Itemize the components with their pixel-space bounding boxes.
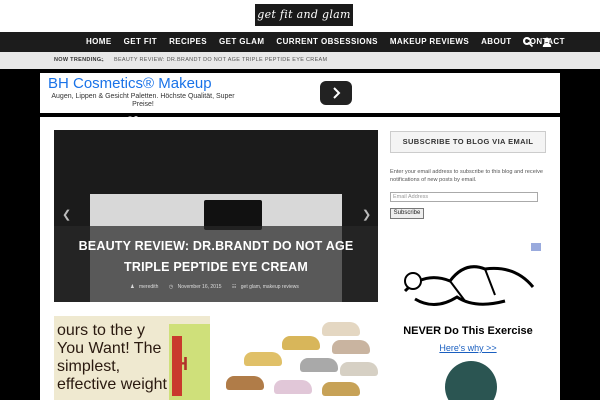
slide-title[interactable]: BEAUTY REVIEW: DR.BRANDT DO NOT AGE TRIP… bbox=[74, 236, 358, 278]
shoe-image bbox=[244, 352, 282, 366]
user-icon[interactable] bbox=[541, 36, 553, 48]
featured-slider[interactable]: BEAUTY REVIEW: DR.BRANDT DO NOT AGE TRIP… bbox=[54, 130, 378, 302]
shoe-image bbox=[340, 362, 378, 376]
nav-item-get-glam[interactable]: GET GLAM bbox=[213, 32, 270, 52]
subscribe-button[interactable]: Subscribe bbox=[390, 208, 424, 219]
shoe-image bbox=[282, 336, 320, 350]
subscribe-heading: SUBSCRIBE TO BLOG VIA EMAIL bbox=[390, 131, 546, 153]
ad-choices-icon[interactable] bbox=[531, 243, 541, 251]
trending-bar: NOW TRENDING: → BEAUTY REVIEW: DR.BRANDT… bbox=[0, 52, 600, 69]
nav-item-current-obsessions[interactable]: CURRENT OBSESSIONS bbox=[270, 32, 383, 52]
site-badge bbox=[445, 361, 497, 400]
trending-link[interactable]: BEAUTY REVIEW: DR.BRANDT DO NOT AGE TRIP… bbox=[114, 52, 327, 69]
shoe-image bbox=[274, 380, 312, 394]
chevron-left-icon[interactable]: ❮ bbox=[62, 208, 71, 221]
post-thumbnail[interactable] bbox=[222, 316, 378, 400]
header: get fit and glam bbox=[0, 0, 600, 32]
main-content: BEAUTY REVIEW: DR.BRANDT DO NOT AGE TRIP… bbox=[40, 117, 560, 400]
slide-author[interactable]: ♟ meredith bbox=[130, 284, 161, 290]
subscribe-description: Enter your email address to subscribe to… bbox=[390, 169, 543, 183]
nav-item-recipes[interactable]: RECIPES bbox=[163, 32, 213, 52]
sidebar-ad[interactable]: NEVER Do This Exercise Here's why >> bbox=[395, 243, 541, 400]
shoe-image bbox=[300, 358, 338, 372]
nav-item-about[interactable]: ABOUT bbox=[475, 32, 517, 52]
chevron-right-icon bbox=[333, 87, 341, 99]
nav-item-get-fit[interactable]: GET FIT bbox=[118, 32, 163, 52]
ad-description: Augen, Lippen & Gesicht Paletten. Höchst… bbox=[51, 93, 235, 108]
shoe-image bbox=[322, 322, 360, 336]
ad-title[interactable]: BH Cosmetics® Makeup bbox=[48, 75, 212, 92]
site-logo[interactable]: get fit and glam bbox=[255, 4, 353, 26]
shoe-image bbox=[226, 376, 264, 390]
main-nav: HOME GET FIT RECIPES GET GLAM CURRENT OB… bbox=[0, 32, 600, 52]
exercise-illustration bbox=[403, 265, 535, 306]
slide-date: ◷ November 16, 2015 bbox=[168, 284, 222, 290]
shoe-image bbox=[322, 382, 360, 396]
chevron-right-icon[interactable]: ❯ bbox=[362, 208, 371, 221]
nav-item-makeup-reviews[interactable]: MAKEUP REVIEWS bbox=[384, 32, 475, 52]
trending-arrow-icon: → bbox=[98, 57, 105, 64]
post-thumbnail-text: ours to the y You Want! The simplest, ef… bbox=[57, 322, 167, 393]
ad-next-button[interactable] bbox=[320, 81, 352, 105]
sidebar-ad-link[interactable]: Here's why >> bbox=[395, 343, 541, 353]
banner-ad[interactable]: BH Cosmetics® Makeup Augen, Lippen & Ges… bbox=[40, 73, 560, 120]
slide-meta: ♟ meredith ◷ November 16, 2015 ☷ get gla… bbox=[54, 284, 378, 290]
search-icon[interactable] bbox=[522, 36, 534, 48]
trending-label: NOW TRENDING: bbox=[54, 57, 104, 63]
email-field[interactable]: Email Address bbox=[390, 192, 538, 202]
nav-items: HOME GET FIT RECIPES GET GLAM CURRENT OB… bbox=[80, 32, 571, 52]
post-thumbnail[interactable]: ours to the y You Want! The simplest, ef… bbox=[54, 316, 210, 400]
shoe-image bbox=[332, 340, 370, 354]
slide-categories[interactable]: ☷ get glam, makeup reviews bbox=[232, 284, 302, 290]
sidebar-ad-title[interactable]: NEVER Do This Exercise bbox=[395, 325, 541, 337]
nav-item-home[interactable]: HOME bbox=[80, 32, 118, 52]
book-spine bbox=[172, 336, 182, 396]
